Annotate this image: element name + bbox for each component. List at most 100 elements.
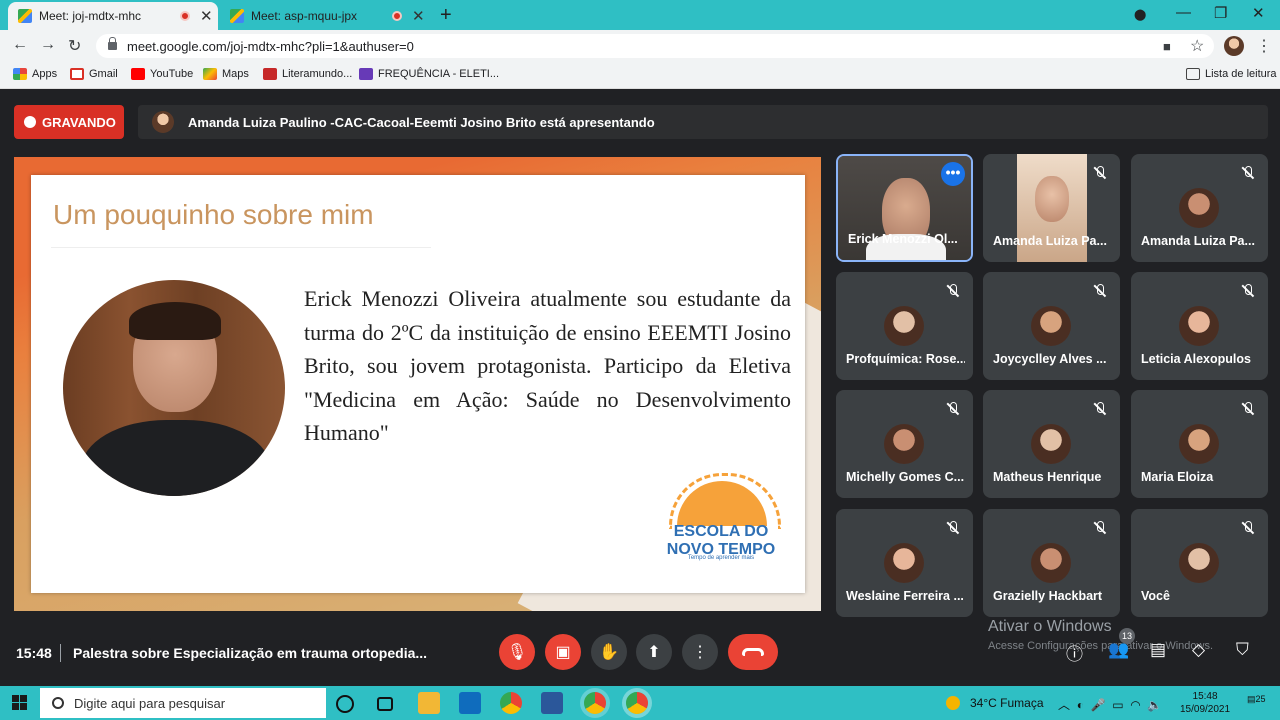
notifications-button[interactable]: ▤25 xyxy=(1247,694,1269,712)
tab-title: Meet: asp-mquu-jpx xyxy=(251,9,358,23)
mic-muted-icon xyxy=(1093,284,1107,298)
cortana-icon[interactable] xyxy=(336,695,354,713)
windows-watermark-title: Ativar o Windows xyxy=(988,618,1112,635)
chrome-active-icon[interactable] xyxy=(626,692,648,714)
participant-tile[interactable]: Joycyclley Alves ... xyxy=(983,272,1120,380)
bookmark-youtube[interactable]: YouTube xyxy=(131,68,193,80)
battery-icon[interactable]: ▭ xyxy=(1112,698,1123,712)
chat-icon[interactable]: ▤ xyxy=(1150,640,1166,660)
participant-tile[interactable]: Amanda Luiza Pa... xyxy=(983,154,1120,262)
mic-muted-icon xyxy=(1093,521,1107,535)
participant-tile[interactable]: Michelly Gomes C... xyxy=(836,390,973,498)
participant-name: Weslaine Ferreira ... xyxy=(846,589,964,603)
new-tab-icon[interactable]: + xyxy=(440,4,452,27)
windows-start-icon[interactable] xyxy=(12,695,28,711)
participant-avatar xyxy=(884,306,924,346)
participant-tile[interactable]: Profquímica: Rose... xyxy=(836,272,973,380)
system-tray[interactable]: ︿ ◐ 🎤 ▭ ◠ 🔈 xyxy=(1058,696,1162,713)
close-window-icon[interactable]: ✕ xyxy=(1252,4,1265,22)
bookmark-gmail[interactable]: Gmail xyxy=(70,68,118,80)
bookmark-apps[interactable]: Apps xyxy=(13,68,57,80)
mic-off-button[interactable]: 🎙 xyxy=(499,634,535,670)
participant-name: Amanda Luiza Pa... xyxy=(993,234,1107,248)
participant-name: Erick Menozzi Ol... xyxy=(848,232,958,246)
participant-name: Joycyclley Alves ... xyxy=(993,352,1107,366)
wifi-icon[interactable]: ◠ xyxy=(1130,698,1140,712)
search-icon xyxy=(52,697,64,709)
back-arrow-icon[interactable]: ← xyxy=(12,36,28,54)
chrome-icon[interactable] xyxy=(500,692,522,714)
activities-icon[interactable]: ◇ xyxy=(1192,640,1205,660)
presentation-slide: Um pouquinho sobre mim Erick Menozzi Oli… xyxy=(14,157,821,611)
recording-indicator-icon xyxy=(180,11,190,21)
volume-icon[interactable]: 🔈 xyxy=(1147,698,1162,712)
raise-hand-button[interactable]: ✋ xyxy=(591,634,627,670)
mail-icon[interactable] xyxy=(459,692,481,714)
network-status-icon[interactable]: ◐ xyxy=(1077,698,1084,712)
browser-tab-1[interactable]: Meet: joj-mdtx-mhc ✕ xyxy=(8,2,218,30)
mic-muted-icon xyxy=(1241,284,1255,298)
bookmark-maps[interactable]: Maps xyxy=(203,68,249,80)
more-options-button[interactable]: ⋮ xyxy=(682,634,718,670)
url-text: meet.google.com/joj-mdtx-mhc?pli=1&authu… xyxy=(127,38,414,54)
more-options-icon[interactable]: ••• xyxy=(941,162,965,186)
reload-icon[interactable]: ↻ xyxy=(68,36,81,56)
slide-title: Um pouquinho sobre mim xyxy=(53,199,374,230)
participant-tile[interactable]: Grazielly Hackbart xyxy=(983,509,1120,617)
camera-off-button[interactable]: ▣ xyxy=(545,634,581,670)
participant-tile[interactable]: Matheus Henrique xyxy=(983,390,1120,498)
presenter-avatar xyxy=(152,111,174,133)
participant-avatar xyxy=(1031,424,1071,464)
present-screen-button[interactable]: ⬆ xyxy=(636,634,672,670)
task-view-icon[interactable] xyxy=(377,697,393,711)
participant-tile[interactable]: ••• Erick Menozzi Ol... xyxy=(836,154,973,262)
forms-icon xyxy=(359,68,373,80)
camera-in-use-icon[interactable]: ■ xyxy=(1163,39,1171,54)
mic-muted-icon xyxy=(1241,402,1255,416)
mic-off-icon: 🎙 xyxy=(506,644,528,661)
lock-icon xyxy=(108,37,117,50)
hangup-icon xyxy=(742,648,764,656)
youtube-icon xyxy=(131,68,145,80)
microphone-tray-icon[interactable]: 🎤 xyxy=(1091,698,1106,712)
word-icon[interactable] xyxy=(541,692,563,714)
address-bar[interactable]: meet.google.com/joj-mdtx-mhc?pli=1&authu… xyxy=(96,34,1214,58)
reading-list-button[interactable]: Lista de leitura xyxy=(1186,68,1277,80)
meeting-title[interactable]: Palestra sobre Especialização em trauma … xyxy=(73,645,427,661)
meeting-details-icon[interactable]: ⓘ xyxy=(1066,640,1083,665)
chrome-profile-icon[interactable] xyxy=(584,692,606,714)
participant-tile[interactable]: Maria Eloiza xyxy=(1131,390,1268,498)
forward-arrow-icon[interactable]: → xyxy=(40,36,56,54)
recording-button[interactable]: GRAVANDO xyxy=(14,105,124,139)
profile-avatar[interactable] xyxy=(1224,36,1244,56)
maximize-icon[interactable]: ❐ xyxy=(1214,4,1227,22)
leave-call-button[interactable] xyxy=(728,634,778,670)
weather-widget[interactable]: 34°C Fumaça xyxy=(946,696,1044,710)
taskbar-clock[interactable]: 15:48 15/09/2021 xyxy=(1180,690,1230,716)
taskbar-search[interactable]: Digite aqui para pesquisar xyxy=(40,688,326,718)
photo-hair xyxy=(129,302,221,340)
participant-tile[interactable]: Weslaine Ferreira ... xyxy=(836,509,973,617)
meeting-time: 15:48 xyxy=(16,645,52,661)
browser-tab-2[interactable]: Meet: asp-mquu-jpx ✕ xyxy=(220,2,430,30)
bookmark-star-icon[interactable]: ☆ xyxy=(1190,36,1204,56)
tab-search-icon[interactable]: ⬤ xyxy=(1134,8,1146,21)
participant-tile[interactable]: Você xyxy=(1131,509,1268,617)
host-controls-icon[interactable]: ⛉ xyxy=(1236,640,1249,660)
chevron-up-icon[interactable]: ︿ xyxy=(1058,698,1070,712)
reading-list-icon xyxy=(1186,68,1200,80)
participant-name: Leticia Alexopulos xyxy=(1141,352,1251,366)
logo-text: ESCOLA DO NOVO TEMPO xyxy=(666,523,776,558)
divider xyxy=(60,644,61,662)
close-tab-icon[interactable]: ✕ xyxy=(200,7,213,25)
participant-name: Matheus Henrique xyxy=(993,470,1102,484)
close-tab-icon[interactable]: ✕ xyxy=(412,7,425,25)
file-explorer-icon[interactable] xyxy=(418,692,440,714)
bookmark-frequencia[interactable]: FREQUÊNCIA - ELETI... xyxy=(359,68,499,80)
minimize-icon[interactable]: — xyxy=(1176,4,1191,21)
participant-name: Profquímica: Rose... xyxy=(846,352,965,366)
bookmark-literamundo[interactable]: Literamundo... xyxy=(263,68,352,80)
browser-menu-icon[interactable]: ⋮ xyxy=(1256,36,1272,56)
participant-tile[interactable]: Amanda Luiza Pa... xyxy=(1131,154,1268,262)
participant-tile[interactable]: Leticia Alexopulos xyxy=(1131,272,1268,380)
